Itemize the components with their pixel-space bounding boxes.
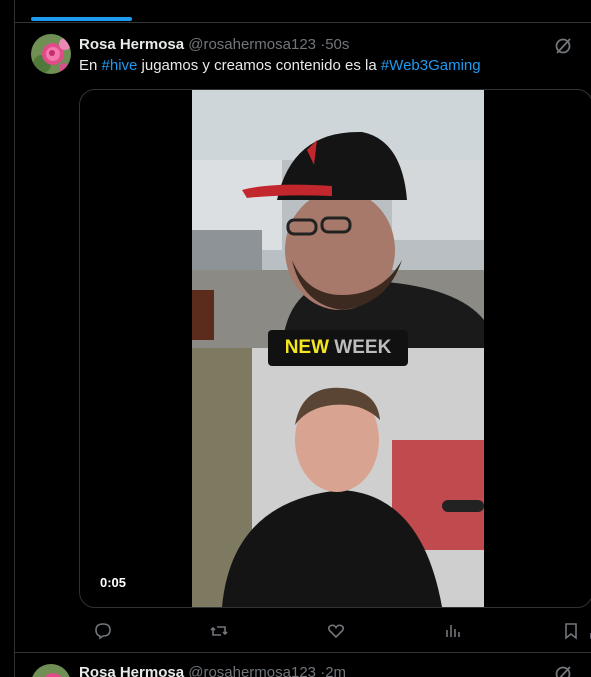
tweet-actions xyxy=(79,621,591,641)
like-icon[interactable] xyxy=(326,621,346,641)
bookmark-icon[interactable] xyxy=(561,621,581,641)
reply-icon[interactable] xyxy=(93,621,113,641)
display-name[interactable]: Rosa Hermosa xyxy=(79,664,184,677)
tweet-text: En #hive jugamos y creamos contenido es … xyxy=(79,57,481,74)
hashtag-link[interactable]: #Web3Gaming xyxy=(381,57,481,74)
text-part: En xyxy=(79,57,102,74)
video-overlay-caption: NEW WEEK xyxy=(268,330,408,366)
grok-icon[interactable] xyxy=(553,664,573,677)
timestamp[interactable]: 50s xyxy=(325,36,349,53)
user-handle[interactable]: @rosahermosa123 xyxy=(188,36,316,53)
avatar[interactable] xyxy=(31,34,71,74)
timestamp[interactable]: 2m xyxy=(325,664,346,677)
avatar[interactable] xyxy=(31,664,71,677)
tweet[interactable]: Rosa Hermosa @rosahermosa123 ·2m xyxy=(14,653,591,677)
hashtag-link[interactable]: #hive xyxy=(102,57,138,74)
caption-word: NEW xyxy=(284,337,330,358)
share-icon[interactable] xyxy=(587,621,591,641)
text-part: jugamos y creamos contenido es la xyxy=(137,57,381,74)
video-timestamp: 0:05 xyxy=(100,575,127,590)
video-player[interactable]: NEW WEEK 0:05 xyxy=(79,89,591,608)
tweet-header: Rosa Hermosa @rosahermosa123 ·2m xyxy=(79,664,346,677)
grok-icon[interactable] xyxy=(553,36,573,56)
tweet[interactable]: Rosa Hermosa @rosahermosa123 ·50s En #hi… xyxy=(14,0,591,652)
caption-word: WEEK xyxy=(334,337,392,358)
tweet-header: Rosa Hermosa @rosahermosa123 ·50s xyxy=(79,36,349,53)
user-handle[interactable]: @rosahermosa123 xyxy=(188,664,316,677)
views-icon[interactable] xyxy=(443,621,463,641)
display-name[interactable]: Rosa Hermosa xyxy=(79,36,184,53)
retweet-icon[interactable] xyxy=(209,621,229,641)
